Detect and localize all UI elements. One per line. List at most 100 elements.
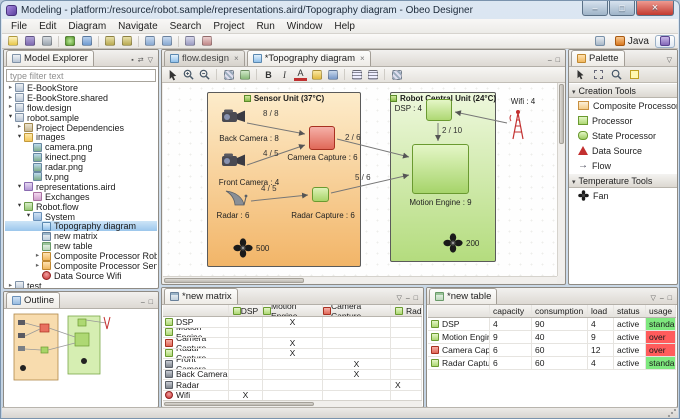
tree-item[interactable]: representations.aird [5, 182, 157, 192]
matrix-cell[interactable] [391, 359, 422, 369]
note-tool-icon[interactable] [628, 68, 641, 81]
radar-node[interactable] [223, 189, 249, 212]
table-cell[interactable]: 90 [532, 318, 588, 330]
matrix-cell[interactable] [323, 349, 391, 359]
matrix-cell[interactable] [323, 380, 391, 390]
zoom-in-icon[interactable] [182, 68, 195, 81]
menu-project[interactable]: Project [207, 21, 250, 32]
table-cell-usage[interactable]: standard [646, 318, 676, 330]
close-button[interactable] [636, 1, 674, 16]
matrix-cell[interactable] [323, 328, 391, 338]
matrix-cell[interactable] [229, 349, 263, 359]
table-cell-usage[interactable]: standard [646, 357, 676, 369]
table-cell[interactable]: 6 [490, 357, 532, 369]
expander-icon[interactable] [6, 283, 15, 289]
expander-icon[interactable] [6, 114, 15, 121]
minimize-view-icon[interactable] [406, 295, 410, 302]
table-cell[interactable]: 6 [490, 344, 532, 356]
matrix-column-header[interactable]: Motion Engine [263, 305, 323, 316]
tree-item[interactable]: System [5, 212, 157, 222]
save-icon[interactable] [22, 35, 38, 48]
fill-color-button[interactable] [310, 68, 323, 81]
tree-item[interactable]: Composite Processor Robot Central Unit [5, 251, 157, 261]
camera-capture-node[interactable] [309, 126, 335, 150]
matrix-cell[interactable]: X [229, 391, 263, 401]
tree-item[interactable]: E-BookStore.shared [5, 93, 157, 103]
expander-icon[interactable] [15, 134, 24, 141]
palette-item-composite-processor[interactable]: Composite Processor [569, 98, 677, 113]
tab-model-explorer[interactable]: Model Explorer [6, 50, 94, 66]
matrix-cell[interactable] [229, 370, 263, 380]
expander-icon[interactable] [15, 184, 24, 191]
matrix-cell[interactable] [229, 338, 263, 348]
maximize-view-icon[interactable] [668, 295, 672, 302]
matrix-row-header[interactable]: Radar Capture [163, 349, 229, 359]
menu-diagram[interactable]: Diagram [62, 21, 112, 32]
table-cell[interactable]: 60 [532, 344, 588, 356]
matrix-column-header[interactable]: Camera Capture [323, 305, 391, 316]
minimize-view-icon[interactable] [660, 295, 664, 302]
tree-item[interactable]: radar.png [5, 162, 157, 172]
matrix-cell[interactable] [391, 317, 422, 327]
maximize-button[interactable] [609, 1, 635, 16]
open-perspective-button[interactable] [591, 35, 609, 48]
view-menu-icon[interactable] [148, 57, 153, 64]
menu-run[interactable]: Run [250, 21, 280, 32]
matrix-row-header[interactable]: Radar [163, 380, 229, 390]
back-icon[interactable] [142, 35, 158, 48]
tree-item[interactable]: E-BookStore [5, 83, 157, 93]
tab-topography-diagram[interactable]: *Topography diagram [247, 50, 371, 66]
matrix-cell[interactable]: X [323, 370, 391, 380]
matrix-horizontal-scrollbar[interactable] [163, 400, 422, 407]
table-row-header[interactable]: DSP [428, 318, 490, 330]
matrix-cell[interactable] [391, 349, 422, 359]
export-icon[interactable] [79, 35, 95, 48]
diagram-canvas[interactable]: Sensor Unit (37°C) Robot Central Unit (2… [163, 83, 557, 276]
matrix-cell[interactable] [229, 328, 263, 338]
tree-item[interactable]: new table [5, 241, 157, 251]
expander-icon[interactable] [6, 85, 15, 92]
table-row-header[interactable]: Radar Capture [428, 357, 490, 369]
palette-item-fan[interactable]: Fan [569, 188, 677, 203]
tree-item[interactable]: flow.design [5, 103, 157, 113]
tab-flow-design[interactable]: flow.design [164, 50, 245, 66]
expander-icon[interactable] [15, 124, 24, 131]
table-cell[interactable]: active [614, 331, 646, 343]
minimize-button[interactable] [582, 1, 608, 16]
matrix-cell[interactable]: X [263, 338, 323, 348]
matrix-cell[interactable] [391, 328, 422, 338]
palette-drawer-creation-tools[interactable]: Creation Tools [569, 83, 677, 98]
minimize-view-icon[interactable] [548, 57, 552, 64]
table-cell[interactable]: 12 [588, 344, 614, 356]
print-icon[interactable] [39, 35, 55, 48]
collapse-all-icon[interactable] [131, 57, 133, 64]
menu-edit[interactable]: Edit [33, 21, 62, 32]
matrix-cell[interactable] [263, 370, 323, 380]
italic-button[interactable] [278, 68, 291, 81]
annotation-icon[interactable] [199, 35, 215, 48]
menu-file[interactable]: File [5, 21, 33, 32]
expander-icon[interactable] [33, 253, 42, 260]
redo-icon[interactable] [119, 35, 135, 48]
column-header-load[interactable]: load [588, 305, 614, 317]
robot-unit-fan[interactable] [443, 233, 463, 258]
matrix-row-header[interactable]: Front Camera [163, 359, 229, 369]
java-perspective-button[interactable]: Java [611, 35, 653, 48]
maximize-view-icon[interactable] [556, 57, 560, 64]
tree-item[interactable]: kinect.png [5, 152, 157, 162]
matrix-column-header[interactable]: Radar [391, 305, 422, 316]
column-header-capacity[interactable]: capacity [490, 305, 532, 317]
matrix-row-header[interactable]: Wifi [163, 391, 229, 401]
tree-item[interactable]: robot.sample [5, 113, 157, 123]
dsp-node[interactable] [426, 99, 452, 121]
matrix-cell[interactable] [229, 380, 263, 390]
matrix-cell[interactable]: X [323, 359, 391, 369]
maximize-view-icon[interactable] [149, 299, 153, 306]
table-cell[interactable]: active [614, 357, 646, 369]
view-menu-icon[interactable] [396, 295, 401, 302]
new-wizard-icon[interactable] [5, 35, 21, 48]
matrix-cell[interactable] [391, 370, 422, 380]
palette-item-state-processor[interactable]: State Processor [569, 128, 677, 143]
forward-icon[interactable] [159, 35, 175, 48]
scrollbar-thumb[interactable] [164, 278, 304, 283]
